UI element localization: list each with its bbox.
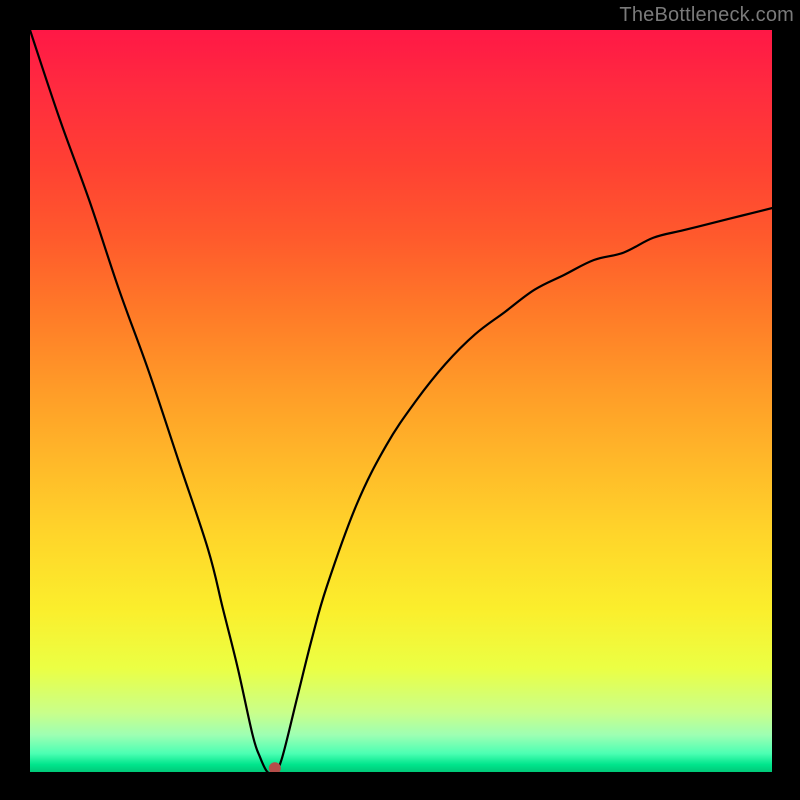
bottleneck-curve [30, 30, 772, 772]
chart-container: TheBottleneck.com [0, 0, 800, 800]
watermark-label: TheBottleneck.com [619, 4, 794, 27]
chart-plot-area [30, 30, 772, 772]
chart-svg [30, 30, 772, 772]
